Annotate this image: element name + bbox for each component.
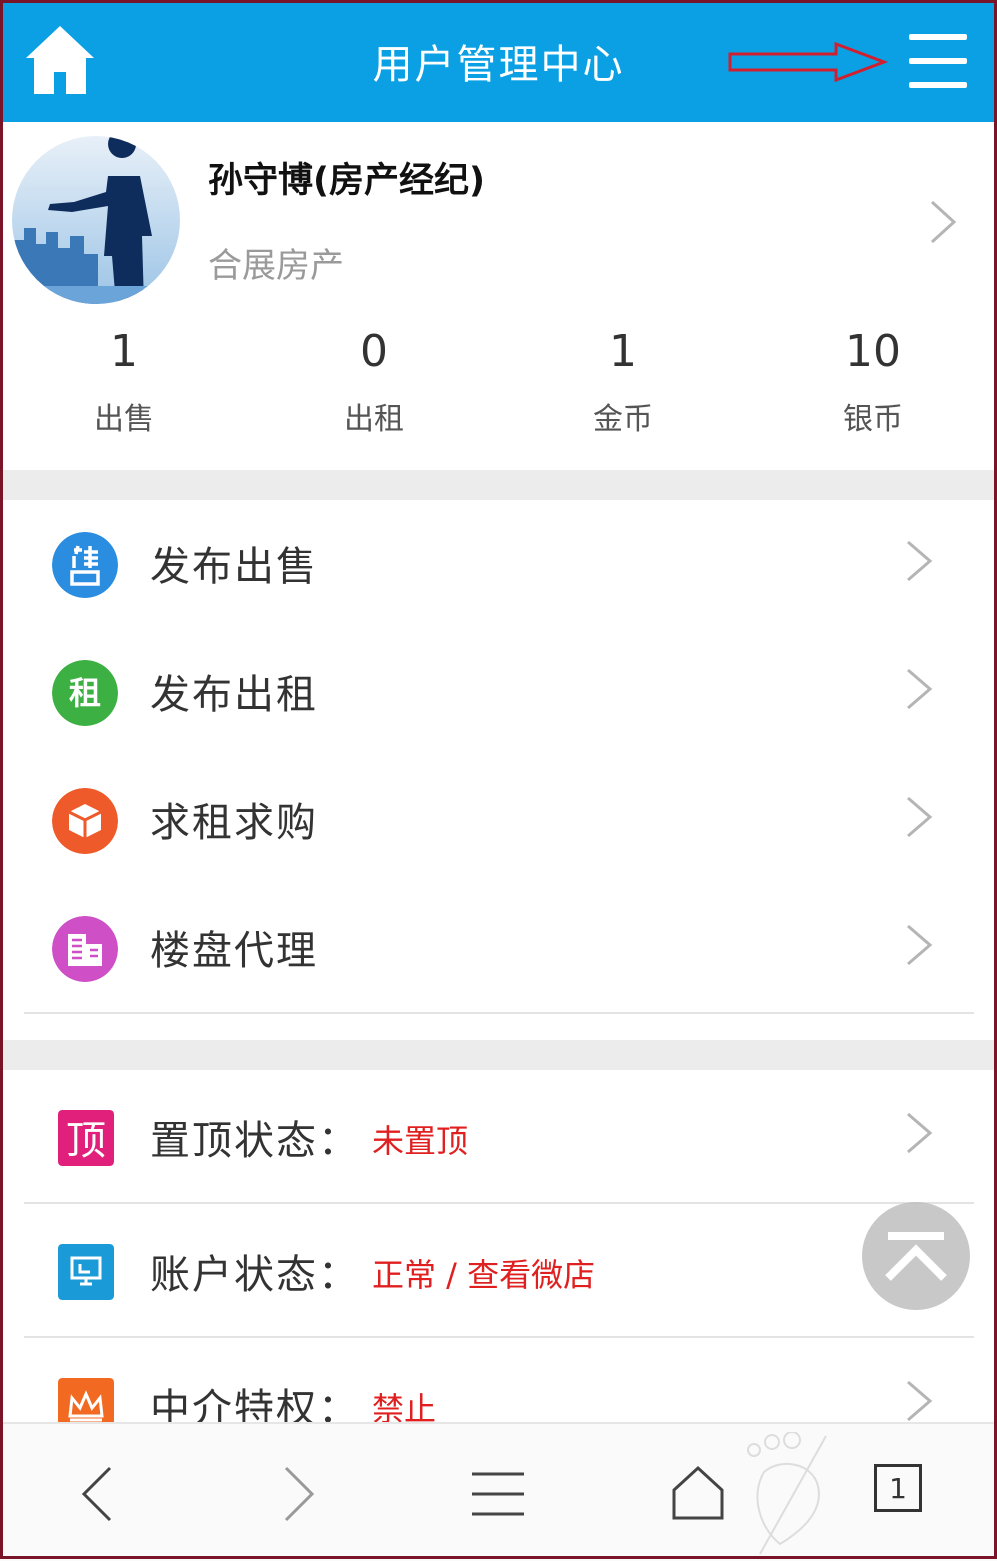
avatar xyxy=(12,136,180,304)
stat-label: 出售 xyxy=(94,402,154,437)
section-divider xyxy=(0,1040,997,1070)
status-value: 未置顶 xyxy=(372,1122,469,1160)
header-bar: 用户管理中心 xyxy=(0,0,997,122)
stat-gold[interactable]: 1 金币 xyxy=(543,322,703,438)
chevron-right-icon xyxy=(907,924,933,966)
chevron-right-icon xyxy=(907,1112,933,1154)
chevron-right-icon xyxy=(907,796,933,838)
menu-item-publish-rent[interactable]: 租 发布出租 xyxy=(24,628,974,758)
chevron-right-icon xyxy=(907,540,933,582)
status-value-link[interactable]: 正常 / 查看微店 xyxy=(372,1250,595,1296)
status-label: 账户状态： xyxy=(150,1252,360,1298)
menu-item-property-agency[interactable]: 楼盘代理 xyxy=(24,884,974,1014)
footprint-watermark-icon xyxy=(747,1432,827,1555)
stat-rent[interactable]: 0 出租 xyxy=(294,322,454,438)
chevron-right-icon xyxy=(907,1380,933,1422)
stat-silver[interactable]: 10 银币 xyxy=(793,322,953,438)
stat-value: 1 xyxy=(110,326,138,377)
status-item-account[interactable]: 账户状态： 正常 / 查看微店 xyxy=(24,1204,974,1338)
sale-icon xyxy=(52,532,118,598)
chevron-right-icon xyxy=(930,200,957,244)
menu-label: 发布出售 xyxy=(150,544,318,590)
forward-icon[interactable] xyxy=(258,1454,338,1534)
stat-sale[interactable]: 1 出售 xyxy=(44,322,204,438)
menu-label: 楼盘代理 xyxy=(150,928,318,974)
rent-icon: 租 xyxy=(52,660,118,726)
annotation-arrow-icon xyxy=(728,42,888,82)
chevron-right-icon xyxy=(907,668,933,710)
svg-text:租: 租 xyxy=(69,674,101,712)
hamburger-menu-button[interactable] xyxy=(905,28,971,94)
arrow-up-icon xyxy=(885,1232,947,1281)
top-icon: 顶 xyxy=(58,1110,114,1166)
stat-value: 1 xyxy=(609,326,637,377)
menu-item-wanted[interactable]: 求租求购 xyxy=(24,756,974,886)
profile-card[interactable]: 孙守博(房产经纪) 合展房产 1 出售 0 出租 1 金币 10 银币 xyxy=(0,122,997,470)
menu-label: 求租求购 xyxy=(150,800,318,846)
building-icon xyxy=(52,916,118,982)
svg-text:顶: 顶 xyxy=(66,1118,106,1164)
browser-menu-icon[interactable] xyxy=(458,1454,538,1534)
stat-label: 金币 xyxy=(593,402,653,437)
browser-bottom-nav: 1 xyxy=(0,1422,997,1561)
back-icon[interactable] xyxy=(58,1454,138,1534)
section-divider xyxy=(0,470,997,500)
user-name: 孙守博(房产经纪) xyxy=(208,161,485,201)
stat-value: 0 xyxy=(360,326,388,377)
company-name: 合展房产 xyxy=(208,246,344,286)
monitor-icon xyxy=(58,1244,114,1300)
stat-label: 银币 xyxy=(843,402,903,437)
status-label: 置顶状态： xyxy=(150,1118,360,1164)
menu-item-publish-sale[interactable]: 发布出售 xyxy=(24,500,974,630)
box-icon xyxy=(52,788,118,854)
home-icon[interactable] xyxy=(658,1454,738,1534)
stat-label: 出租 xyxy=(344,402,404,437)
tab-count-button[interactable]: 1 xyxy=(874,1464,922,1512)
status-item-pin[interactable]: 顶 置顶状态： 未置顶 xyxy=(24,1070,974,1204)
back-to-top-button[interactable] xyxy=(862,1202,970,1310)
stat-value: 10 xyxy=(845,326,901,377)
menu-label: 发布出租 xyxy=(150,672,318,718)
